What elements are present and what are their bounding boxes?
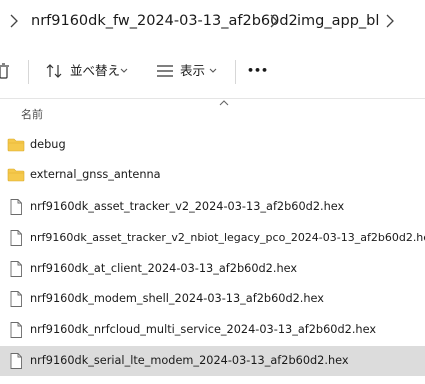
file-icon: [10, 322, 22, 338]
folder-icon: [7, 168, 25, 182]
view-button[interactable]: 表示: [156, 58, 220, 84]
file-name: debug: [30, 138, 66, 151]
chevron-right-icon[interactable]: [384, 13, 396, 29]
file-name: nrf9160dk_asset_tracker_v2_2024-03-13_af…: [30, 200, 345, 213]
file-name: nrf9160dk_serial_lte_modem_2024-03-13_af…: [30, 354, 349, 367]
list-item-selected[interactable]: nrf9160dk_serial_lte_modem_2024-03-13_af…: [0, 346, 425, 376]
breadcrumb-item[interactable]: nrf9160dk_fw_2024-03-13_af2b60d2: [31, 11, 298, 31]
chevron-right-icon[interactable]: [8, 13, 20, 29]
list-item[interactable]: debug: [0, 130, 425, 160]
command-bar: 並べ替え 表示 •••: [0, 44, 425, 99]
file-name: nrf9160dk_modem_shell_2024-03-13_af2b60d…: [30, 292, 324, 305]
toolbar-divider: [28, 60, 29, 84]
file-name: nrf9160dk_nrfcloud_multi_service_2024-03…: [30, 323, 377, 336]
file-icon: [10, 353, 22, 369]
delete-icon[interactable]: [0, 62, 12, 80]
toolbar-divider: [235, 60, 236, 84]
file-icon: [10, 199, 22, 215]
chevron-right-icon[interactable]: [268, 13, 280, 29]
sort-ascending-icon: [219, 100, 229, 106]
sort-label: 並べ替え: [70, 63, 121, 78]
file-name: external_gnss_antenna: [30, 168, 161, 181]
file-name: nrf9160dk_asset_tracker_v2_nbiot_legacy_…: [30, 231, 425, 244]
list-item[interactable]: nrf9160dk_asset_tracker_v2_nbiot_legacy_…: [0, 223, 425, 253]
more-options-button[interactable]: •••: [247, 58, 269, 84]
view-label: 表示: [180, 63, 206, 78]
breadcrumb-item[interactable]: img_app_bl: [297, 11, 379, 31]
file-icon: [10, 230, 22, 246]
view-list-icon: [157, 65, 173, 77]
list-item[interactable]: nrf9160dk_nrfcloud_multi_service_2024-03…: [0, 315, 425, 345]
file-icon: [10, 291, 22, 307]
sort-icon: [46, 64, 62, 78]
list-item[interactable]: external_gnss_antenna: [0, 160, 425, 190]
list-item[interactable]: nrf9160dk_asset_tracker_v2_2024-03-13_af…: [0, 192, 425, 222]
column-name-header[interactable]: 名前: [21, 106, 43, 122]
list-item[interactable]: nrf9160dk_at_client_2024-03-13_af2b60d2.…: [0, 254, 425, 284]
chevron-down-icon: [120, 68, 128, 73]
sort-button[interactable]: 並べ替え: [45, 58, 135, 84]
file-icon: [10, 261, 22, 277]
file-name: nrf9160dk_at_client_2024-03-13_af2b60d2.…: [30, 262, 298, 275]
list-item[interactable]: nrf9160dk_modem_shell_2024-03-13_af2b60d…: [0, 284, 425, 314]
breadcrumb: nrf9160dk_fw_2024-03-13_af2b60d2 img_app…: [0, 0, 425, 44]
folder-icon: [7, 138, 25, 152]
more-icon: •••: [247, 64, 269, 77]
column-header: 名前: [0, 99, 425, 125]
chevron-down-icon: [209, 68, 217, 73]
